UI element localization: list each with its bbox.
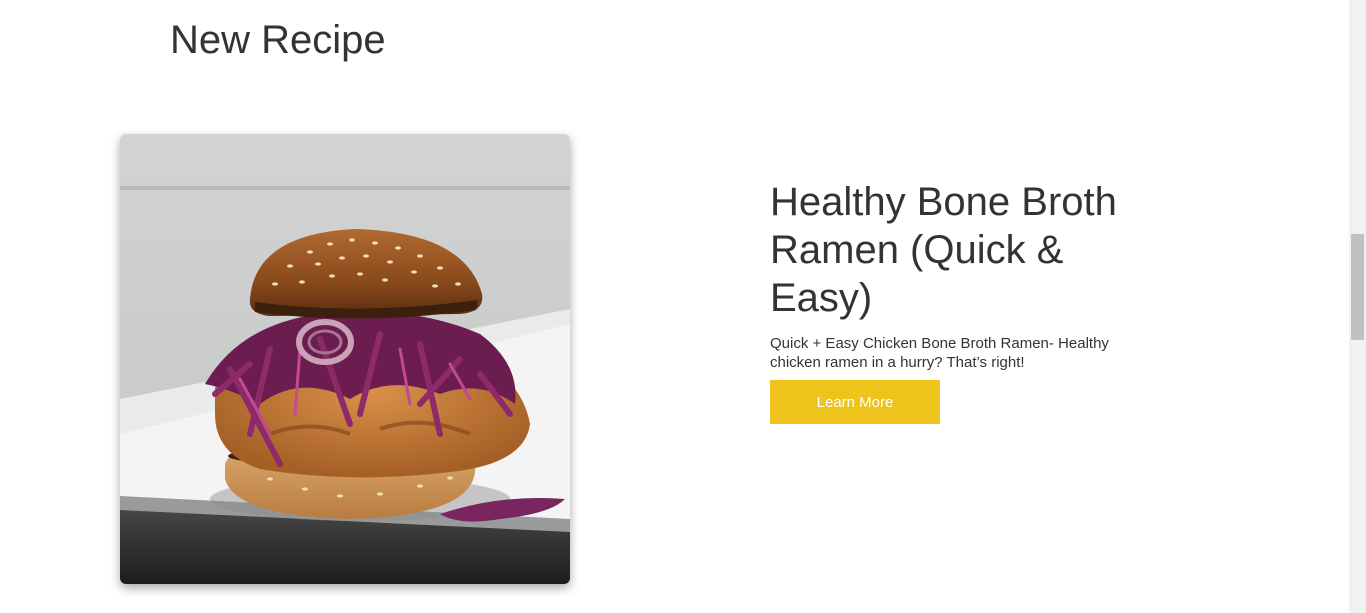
scrollbar-thumb[interactable]: [1351, 234, 1364, 340]
section-title: New Recipe: [170, 18, 386, 62]
page: New Recipe Healthy Bone Broth Ramen (Qui…: [0, 0, 1349, 613]
learn-more-button[interactable]: Learn More: [770, 380, 940, 424]
recipe-description: Quick + Easy Chicken Bone Broth Ramen- H…: [770, 335, 1109, 371]
recipe-info: Healthy Bone Broth Ramen (Quick & Easy) …: [770, 178, 1150, 424]
recipe-title[interactable]: Healthy Bone Broth Ramen (Quick & Easy): [770, 178, 1150, 322]
burger-photo: [120, 134, 570, 584]
recipe-image[interactable]: [120, 134, 570, 584]
vertical-scrollbar[interactable]: [1349, 0, 1366, 613]
